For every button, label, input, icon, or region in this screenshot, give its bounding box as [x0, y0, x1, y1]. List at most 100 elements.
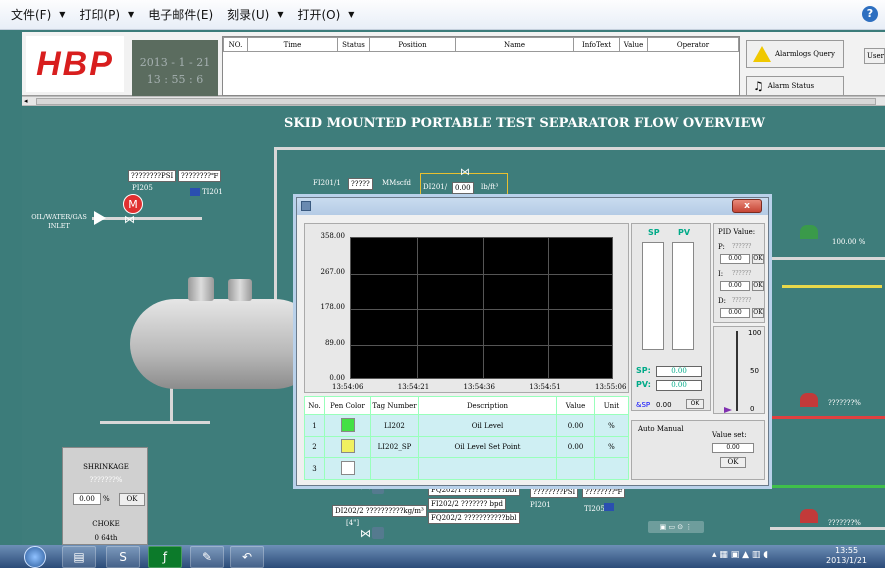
pressure-gauge-icon: M — [123, 194, 143, 214]
d-ok-button[interactable]: OK — [752, 308, 764, 318]
shrinkage-input[interactable]: 0.00 — [73, 493, 101, 505]
menu-burn[interactable]: 刻录(U) ▼ — [220, 0, 290, 30]
p-input[interactable]: 0.00 — [720, 254, 750, 264]
explorer-taskbar-icon[interactable]: ▤ — [62, 546, 96, 568]
taskbar-date: 2013/1/21 — [826, 556, 868, 565]
menu-print[interactable]: 打印(P) ▼ — [72, 0, 141, 30]
date-text: 2013 - 1 - 21 — [139, 56, 211, 69]
auto-manual-label[interactable]: Auto Manual — [638, 425, 684, 433]
pen-color-cell[interactable] — [324, 435, 371, 459]
y-tick-label: 358.00 — [320, 232, 346, 240]
x-tick-label: 13:54:51 — [529, 383, 561, 391]
value-set-ok-button[interactable]: OK — [720, 457, 746, 468]
i-current: ?????? — [732, 270, 752, 277]
p-ok-button[interactable]: OK — [752, 254, 764, 264]
pid-title: PID Value: — [718, 228, 756, 236]
table-row[interactable]: 3 — [304, 457, 629, 480]
overlay-toolbar[interactable]: ▣ ▭ ⊙ ⋮ — [648, 521, 704, 533]
valve3-percent: ???????% — [828, 519, 861, 527]
pen-color-cell[interactable] — [324, 457, 371, 480]
app-tools-taskbar-icon[interactable]: ✎ — [190, 546, 224, 568]
menu-open[interactable]: 打开(O) ▼ — [290, 0, 361, 30]
alarm-col-name[interactable]: Name — [455, 37, 574, 52]
chevron-down-icon: ▼ — [277, 10, 284, 19]
asp-value[interactable]: 0.00 — [656, 401, 672, 409]
control-valve-red-2[interactable] — [800, 509, 818, 523]
bottom-valve-icon-2[interactable]: ⋈ — [360, 527, 371, 540]
clock-display: 2013 - 1 - 21 13 : 55 : 6 — [132, 40, 218, 96]
value-set-label: Value set: — [712, 431, 747, 439]
scroll-thumb[interactable] — [36, 98, 876, 105]
table-row[interactable]: 2 LI202_SP Oil Level Set Point 0.00 % — [304, 435, 629, 459]
asp-ok-button[interactable]: OK — [686, 399, 704, 409]
p-label: P: — [718, 243, 725, 251]
pen-color-swatch[interactable] — [340, 417, 355, 432]
close-button[interactable]: x — [732, 199, 762, 213]
vessel-nozzle-1 — [188, 277, 214, 301]
x-tick-label: 13:54:06 — [332, 383, 364, 391]
output-0-label: 0 — [750, 405, 755, 413]
app-s-taskbar-icon[interactable]: S — [106, 546, 140, 568]
row-value: 0.00 — [556, 414, 595, 437]
menu-email[interactable]: 电子邮件(E) — [141, 0, 220, 30]
row-desc: Oil Level — [418, 414, 557, 437]
shrinkage-ok-button[interactable]: OK — [119, 493, 145, 506]
p-current: ?????? — [732, 243, 752, 250]
output-100-label: 100 — [748, 329, 762, 337]
fi202-2-unit: bpd — [489, 500, 503, 508]
pump-icon-2[interactable] — [372, 527, 384, 539]
table-row[interactable]: 1 LI202 Oil Level 0.00 % — [304, 414, 629, 437]
app-fm-taskbar-icon[interactable]: ƒ — [148, 546, 182, 568]
dialog-titlebar[interactable]: x — [297, 198, 768, 215]
pen-color-swatch[interactable] — [340, 460, 355, 475]
red-pipe — [770, 416, 885, 419]
app-undo-taskbar-icon[interactable]: ↶ — [230, 546, 264, 568]
d-input[interactable]: 0.00 — [720, 308, 750, 318]
gas-valve-icon[interactable]: ⋈ — [460, 167, 470, 178]
shrinkage-unit: % — [103, 495, 110, 503]
alarm-col-time[interactable]: Time — [247, 37, 338, 52]
alarm-col-position[interactable]: Position — [369, 37, 456, 52]
row-tag: LI202_SP — [370, 435, 419, 459]
alarm-col-no[interactable]: NO. — [223, 37, 248, 52]
alarm-col-status[interactable]: Status — [337, 37, 370, 52]
fq202-2-text: ???????????bbl — [464, 514, 517, 522]
help-icon[interactable]: ? — [862, 6, 878, 22]
drain-vertical — [170, 387, 173, 423]
control-valve-green[interactable] — [800, 225, 818, 239]
row-desc: Oil Level Set Point — [418, 435, 557, 459]
taskbar: ▤ S ƒ ✎ ↶ ▴ ▦ ▣ ▲ ▥ ◖ 13:55 2013/1/21 — [0, 545, 885, 568]
output-pointer-icon[interactable] — [724, 407, 732, 413]
alarm-table: NO. Time Status Position Name InfoText V… — [222, 36, 740, 96]
pen-color-swatch[interactable] — [340, 439, 355, 454]
di202-2-text: ??????????kg/m³ — [365, 507, 424, 515]
header-panel: HBP 2013 - 1 - 21 13 : 55 : 6 NO. Time S… — [22, 32, 885, 96]
pv-value: 0.00 — [656, 380, 702, 391]
alarm-col-operator[interactable]: Operator — [647, 37, 739, 52]
pid-panel: PID Value: P: ?????? 0.00 OK I: ?????? 0… — [713, 223, 765, 323]
hbp-logo: HBP — [26, 36, 124, 92]
i-ok-button[interactable]: OK — [752, 281, 764, 291]
scroll-left-icon[interactable]: ◂ — [24, 97, 28, 105]
pv-title: PV: — [636, 380, 651, 389]
i-input[interactable]: 0.00 — [720, 281, 750, 291]
valve-percent: 100.00 % — [832, 238, 866, 246]
inlet-valve-icon[interactable]: ⋈ — [124, 213, 135, 226]
horizontal-scrollbar[interactable]: ◂ — [22, 96, 885, 106]
fi201-value: ????? — [348, 178, 373, 190]
pen-color-cell[interactable] — [324, 414, 371, 437]
menu-file[interactable]: 文件(F) ▼ — [4, 0, 72, 30]
taskbar-clock[interactable]: 13:55 2013/1/21 — [826, 546, 867, 566]
control-valve-red[interactable] — [800, 393, 818, 407]
fi202-2-label: FI202/2 — [431, 500, 459, 508]
fi202-2-text: ??????? — [461, 500, 488, 508]
alarm-status-button[interactable]: ♫ Alarm Status — [746, 76, 844, 96]
alarm-col-value[interactable]: Value — [619, 37, 648, 52]
alarm-query-button[interactable]: Alarmlogs Query — [746, 40, 844, 68]
value-set-input[interactable]: 0.00 — [712, 443, 754, 453]
alarm-col-infotext[interactable]: InfoText — [573, 37, 620, 52]
system-tray-icons[interactable]: ▴ ▦ ▣ ▲ ▥ ◖ — [712, 550, 768, 560]
start-button[interactable] — [24, 546, 46, 568]
valve2-percent: ???????% — [828, 399, 861, 407]
user-button[interactable]: User — [864, 48, 885, 64]
